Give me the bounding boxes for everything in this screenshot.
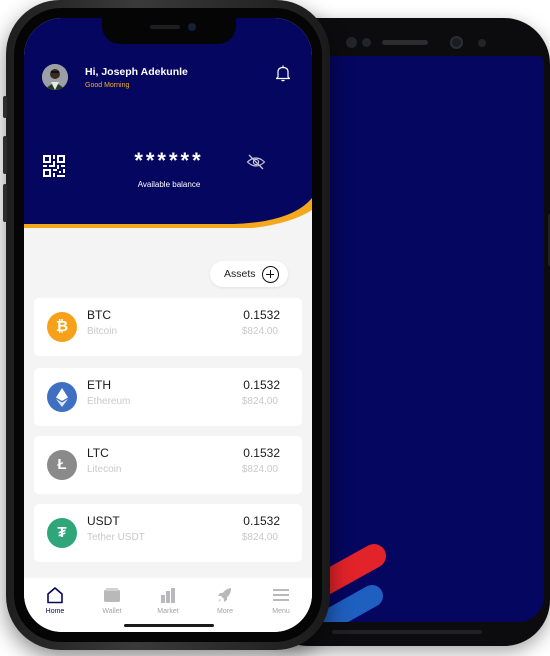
- eye-slash-icon[interactable]: [246, 153, 266, 171]
- asset-name: Ethereum: [87, 396, 131, 407]
- market-icon: [161, 588, 175, 603]
- nav-label: Market: [157, 608, 179, 615]
- asset-fiat-value: $824.00: [241, 464, 278, 475]
- asset-card-ltc[interactable]: Ł LTC Litecoin 0.1532 $824.00: [34, 436, 302, 494]
- qr-code-icon[interactable]: [43, 155, 65, 177]
- back-phone-speaker: [382, 40, 428, 45]
- home-icon: [47, 587, 63, 604]
- bell-icon[interactable]: [274, 64, 292, 82]
- asset-card-btc[interactable]: ₿ BTC Bitcoin 0.1532 $824.00: [34, 298, 302, 356]
- back-phone-sensor: [346, 37, 357, 48]
- front-camera: [188, 23, 196, 31]
- rocket-icon: [218, 588, 231, 602]
- mute-switch: [3, 96, 7, 118]
- asset-symbol: LTC: [87, 446, 109, 460]
- asset-symbol: ETH: [87, 378, 111, 392]
- asset-name: Tether USDT: [87, 532, 145, 543]
- nav-menu[interactable]: Menu: [256, 586, 306, 615]
- greeting-text: Hi, Joseph Adekunle: [85, 66, 188, 78]
- asset-amount: 0.1532: [243, 308, 280, 322]
- asset-symbol: BTC: [87, 308, 111, 322]
- home-indicator: [124, 624, 214, 627]
- asset-symbol: USDT: [87, 514, 120, 528]
- asset-fiat-value: $824.00: [241, 532, 278, 543]
- volume-down-button: [3, 184, 7, 222]
- back-phone-bottom-bar: [332, 630, 482, 634]
- asset-amount: 0.1532: [243, 514, 280, 528]
- hamburger-icon: [273, 589, 289, 601]
- volume-up-button: [3, 136, 7, 174]
- asset-fiat-value: $824.00: [241, 326, 278, 337]
- asset-amount: 0.1532: [243, 378, 280, 392]
- greeting-subtitle: Good Morning: [85, 82, 130, 89]
- front-phone: Hi, Joseph Adekunle Good Morning ****** …: [3, 0, 330, 650]
- nav-label: Menu: [272, 608, 290, 615]
- phone-bezel: Hi, Joseph Adekunle Good Morning ****** …: [14, 8, 322, 642]
- tether-icon: ₮: [47, 518, 77, 548]
- balance-header: Hi, Joseph Adekunle Good Morning ****** …: [24, 18, 312, 228]
- back-phone-camera: [450, 36, 463, 49]
- header-curve-decoration: [24, 198, 312, 228]
- asset-amount: 0.1532: [243, 446, 280, 460]
- bitcoin-icon: ₿: [47, 312, 77, 342]
- assets-button[interactable]: Assets: [210, 261, 288, 287]
- assets-button-label: Assets: [224, 268, 256, 280]
- nav-home[interactable]: Home: [30, 586, 80, 615]
- back-phone-sensor: [478, 39, 486, 47]
- asset-name: Litecoin: [87, 464, 122, 475]
- nav-label: Home: [45, 608, 65, 615]
- asset-card-eth[interactable]: ETH Ethereum 0.1532 $824.00: [34, 368, 302, 426]
- nav-label: Wallet: [102, 608, 122, 615]
- nav-label: More: [217, 608, 233, 615]
- asset-fiat-value: $824.00: [241, 396, 278, 407]
- nav-more[interactable]: More: [200, 586, 250, 615]
- asset-card-usdt[interactable]: ₮ USDT Tether USDT 0.1532 $824.00: [34, 504, 302, 562]
- litecoin-icon: Ł: [47, 450, 77, 480]
- asset-name: Bitcoin: [87, 326, 118, 337]
- back-phone-sensor: [362, 38, 371, 47]
- ethereum-icon: [47, 382, 77, 412]
- plus-circle-icon: [262, 266, 279, 283]
- balance-label: Available balance: [137, 180, 201, 189]
- balance-value-masked: ******: [134, 148, 204, 173]
- notch-speaker: [150, 25, 180, 29]
- nav-wallet[interactable]: Wallet: [87, 586, 137, 615]
- app-screen: Hi, Joseph Adekunle Good Morning ****** …: [24, 18, 312, 632]
- ethereum-glyph: [56, 388, 68, 407]
- wallet-icon: [104, 588, 120, 602]
- user-photo: [42, 64, 68, 90]
- phone-notch: [102, 18, 236, 44]
- nav-market[interactable]: Market: [143, 586, 193, 615]
- avatar[interactable]: [42, 64, 68, 90]
